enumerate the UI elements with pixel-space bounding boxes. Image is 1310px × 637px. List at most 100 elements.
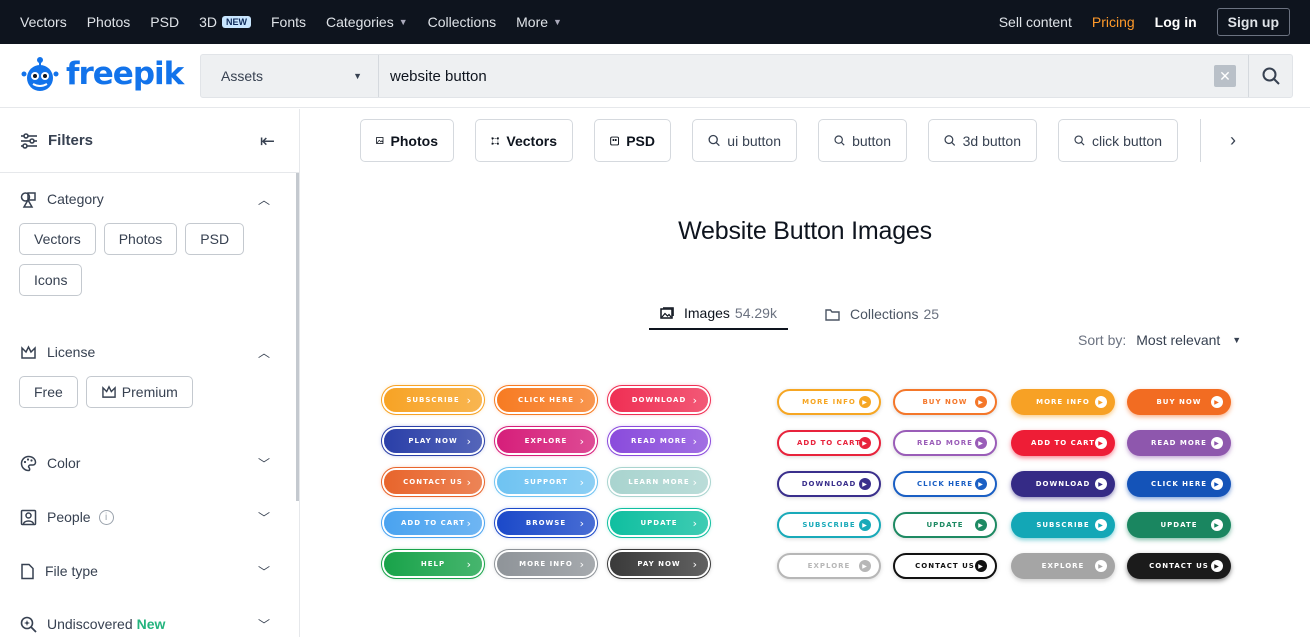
filter-category-title: Category xyxy=(47,191,104,207)
top-navigation: Vectors Photos PSD 3D NEW Fonts Categori… xyxy=(0,0,1310,44)
filter-color-title: Color xyxy=(47,455,81,471)
chip-psd[interactable]: PSD xyxy=(185,223,245,255)
tab-images-label: Images xyxy=(684,305,730,321)
tab-collections[interactable]: Collections 25 xyxy=(814,298,950,330)
filter-category-toggle[interactable]: Category ︿ xyxy=(0,187,296,211)
header: freepik Assets ▼ ✕ xyxy=(0,44,1310,108)
play-icon: ▶ xyxy=(1095,560,1107,572)
chevron-right-icon: › xyxy=(466,475,472,489)
sample-button-text: SUPPORT xyxy=(524,478,568,486)
chip-icons[interactable]: Icons xyxy=(19,264,83,296)
sample-button-graphic: CONTACT US ▶ xyxy=(1127,553,1231,579)
chevron-down-icon: ▼ xyxy=(553,17,562,27)
tag-psd[interactable]: PSD xyxy=(594,119,671,162)
nav-3d[interactable]: 3D NEW xyxy=(199,14,251,30)
nav-more[interactable]: More ▼ xyxy=(516,14,562,30)
nav-vectors[interactable]: Vectors xyxy=(20,14,67,30)
sample-button-graphic: ADD TO CART ▶ xyxy=(777,430,881,456)
play-icon: ▶ xyxy=(1211,478,1223,490)
info-icon[interactable]: i xyxy=(98,509,114,525)
tag-ui-button-label: ui button xyxy=(727,132,781,149)
sort-control[interactable]: Sort by: Most relevant ▼ xyxy=(1078,332,1241,348)
tag-vectors-label: Vectors xyxy=(506,132,557,149)
filters-title: Filters xyxy=(48,132,94,149)
collapse-sidebar-icon[interactable]: ⇤ xyxy=(260,131,275,152)
filter-people-title: People xyxy=(47,509,91,525)
sample-button-text: MORE INFO xyxy=(519,560,573,568)
sample-button-text: READ MORE xyxy=(917,439,973,447)
sample-button-graphic: CONTACT US ▶ xyxy=(893,553,997,579)
result-image-card[interactable]: SUBSCRIBE › CLICK HERE › DOWNLOAD › PLAY NOW › E… xyxy=(360,362,732,592)
sliders-icon xyxy=(21,132,37,149)
chevron-right-icon: › xyxy=(466,516,472,530)
tag-photos[interactable]: Photos xyxy=(360,119,454,162)
search-button[interactable] xyxy=(1248,55,1292,97)
chip-free[interactable]: Free xyxy=(19,376,78,408)
tab-images-count: 54.29k xyxy=(734,305,777,321)
filter-undiscovered-toggle[interactable]: Undiscovered New ﹀ xyxy=(0,612,296,636)
nav-fonts[interactable]: Fonts xyxy=(271,14,306,30)
chevron-right-icon: › xyxy=(466,434,472,448)
tag-ui-button[interactable]: ui button xyxy=(692,119,797,162)
signup-button[interactable]: Sign up xyxy=(1216,8,1290,36)
tag-click-button[interactable]: click button xyxy=(1058,119,1178,162)
logo-text: freepik xyxy=(66,56,184,92)
nav-categories-label: Categories xyxy=(326,14,394,30)
sample-button-graphic: READ MORE › xyxy=(610,429,708,453)
chevron-right-icon[interactable]: › xyxy=(1230,130,1236,151)
new-label: New xyxy=(136,616,166,632)
tag-3d-button[interactable]: 3d button xyxy=(928,119,1037,162)
sample-button-graphic: HELP › xyxy=(384,552,482,576)
filter-license-toggle[interactable]: License ︿ xyxy=(0,340,296,364)
filters-header: Filters ⇤ xyxy=(0,109,299,173)
sample-button-graphic: DOWNLOAD ▶ xyxy=(1011,471,1115,497)
search-bar: Assets ▼ ✕ xyxy=(200,54,1293,98)
chip-vectors[interactable]: Vectors xyxy=(19,223,96,255)
sample-button-graphic: CLICK HERE › xyxy=(497,388,595,412)
result-tabs: Images 54.29k Collections 25 xyxy=(649,298,950,330)
search-input[interactable] xyxy=(379,55,1214,97)
chip-photos[interactable]: Photos xyxy=(103,223,178,255)
chevron-right-icon: › xyxy=(692,434,698,448)
chip-premium[interactable]: Premium xyxy=(85,376,193,408)
play-icon: ▶ xyxy=(975,519,987,531)
play-icon: ▶ xyxy=(1095,396,1107,408)
sample-button-graphic: READ MORE ▶ xyxy=(1127,430,1231,456)
related-tags: Photos Vectors PSD ui button button 3d b… xyxy=(360,119,1260,163)
sample-button-text: EXPLORE xyxy=(1041,562,1085,570)
filter-people-toggle[interactable]: People i ﹀ xyxy=(0,505,296,529)
nav-collections[interactable]: Collections xyxy=(428,14,496,30)
tab-collections-label: Collections xyxy=(849,306,919,322)
sample-button-text: SUBSCRIBE xyxy=(1036,521,1090,529)
nav-categories[interactable]: Categories ▼ xyxy=(326,14,408,30)
freepik-logo[interactable]: freepik xyxy=(20,54,184,94)
result-image-card[interactable]: MORE INFO ▶ BUY NOW ▶ ADD TO CART ▶ READ MORE ▶… xyxy=(760,362,1250,592)
sample-button-text: LEARN MORE xyxy=(628,478,690,486)
search-scope-select[interactable]: Assets ▼ xyxy=(201,55,379,97)
sample-button-text: MORE INFO xyxy=(802,398,856,406)
sample-button-text: DOWNLOAD xyxy=(631,396,687,404)
search-sparkle-icon xyxy=(20,616,37,633)
sell-content-link[interactable]: Sell content xyxy=(999,14,1072,30)
tag-vectors[interactable]: Vectors xyxy=(475,119,573,162)
sample-button-graphic: DOWNLOAD › xyxy=(610,388,708,412)
sample-button-graphic: UPDATE ▶ xyxy=(893,512,997,538)
nav-psd[interactable]: PSD xyxy=(150,14,179,30)
filter-filetype-toggle[interactable]: File type ﹀ xyxy=(0,559,296,583)
chevron-down-icon: ﹀ xyxy=(257,456,270,471)
sample-button-text: DOWNLOAD xyxy=(1035,480,1091,488)
close-icon[interactable]: ✕ xyxy=(1214,65,1236,87)
sample-button-graphic: SUBSCRIBE ▶ xyxy=(1011,512,1115,538)
sidebar-scrollbar[interactable] xyxy=(296,173,299,501)
tag-button[interactable]: button xyxy=(818,119,907,162)
play-icon: ▶ xyxy=(859,478,871,490)
pricing-link[interactable]: Pricing xyxy=(1092,14,1135,30)
chevron-right-icon: › xyxy=(579,434,585,448)
nav-photos[interactable]: Photos xyxy=(87,14,131,30)
login-link[interactable]: Log in xyxy=(1155,14,1197,30)
sort-value: Most relevant xyxy=(1136,332,1221,348)
sample-button-text: CONTACT US xyxy=(1149,562,1209,570)
tab-images[interactable]: Images 54.29k xyxy=(649,298,788,330)
sample-button-text: CLICK HERE xyxy=(916,480,973,488)
filter-color-toggle[interactable]: Color ﹀ xyxy=(0,451,296,475)
